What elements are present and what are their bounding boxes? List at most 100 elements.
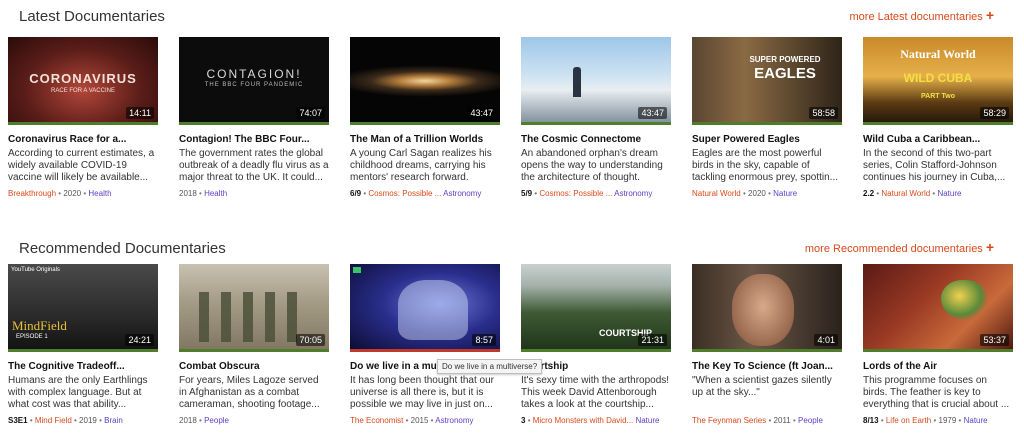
series-link[interactable]: Breakthrough [8, 189, 56, 198]
category-link[interactable]: People [204, 416, 229, 425]
video-card[interactable]: 53:37 Lords of the Air This programme fo… [863, 264, 1013, 425]
video-thumbnail[interactable]: 8:57 [350, 264, 500, 352]
video-title[interactable]: Coronavirus Race for a... [8, 134, 158, 145]
series-link[interactable]: Mind Field [35, 416, 72, 425]
thumbnail-subtitle-text: EAGLES [754, 65, 816, 82]
more-latest-link[interactable]: more Latest documentaries + [850, 8, 994, 23]
category-link[interactable]: Health [204, 189, 227, 198]
video-title[interactable]: Wild Cuba a Caribbean... [863, 134, 1013, 145]
video-title[interactable]: Contagion! The BBC Four... [179, 134, 329, 145]
category-link[interactable]: Astronomy [614, 189, 652, 198]
thumbnail-bar [179, 122, 329, 125]
thumbnail-subtitle-text: RACE FOR A VACCINE [51, 88, 115, 94]
video-card[interactable]: 43:47 The Man of a Trillion Worlds A you… [350, 37, 500, 198]
video-card[interactable]: 8:57 Do we live in a multiverse? It has … [350, 264, 500, 425]
video-title[interactable]: Lords of the Air [863, 361, 1013, 372]
video-card[interactable]: SUPER POWERED EAGLES 58:58 Super Powered… [692, 37, 842, 198]
separator: • [199, 416, 202, 425]
video-card[interactable]: Natural World WILD CUBA PART Two 58:29 W… [863, 37, 1013, 198]
video-title[interactable]: The Cosmic Connectome [521, 134, 671, 145]
series-link[interactable]: Natural World [692, 189, 741, 198]
video-thumbnail[interactable]: SUPER POWERED EAGLES 58:58 [692, 37, 842, 125]
video-thumbnail[interactable]: 43:47 [521, 37, 671, 125]
category-link[interactable]: Nature [937, 189, 961, 198]
thumbnail-subtitle-text: WILD CUBA [903, 71, 973, 85]
thumbnail-title-text: CONTAGION! [206, 67, 302, 81]
video-year: 2011 [773, 416, 791, 425]
category-link[interactable]: Astronomy [443, 189, 481, 198]
category-link[interactable]: People [798, 416, 823, 425]
video-year: 1979 [938, 416, 957, 425]
video-thumbnail[interactable]: 70:05 [179, 264, 329, 352]
series-link[interactable]: Life on Earth [886, 416, 931, 425]
separator: • [534, 189, 538, 198]
episode-number: 3 [521, 416, 526, 425]
episode-number: 6/9 [350, 189, 362, 198]
video-card[interactable]: CONTAGION! THE BBC FOUR PANDEMIC 74:07 C… [179, 37, 329, 198]
category-link[interactable]: Astronomy [435, 416, 473, 425]
video-thumbnail[interactable]: 4:01 [692, 264, 842, 352]
video-duration: 58:29 [980, 107, 1009, 119]
video-thumbnail[interactable]: YouTube Originals MindField EPISODE 1 24… [8, 264, 158, 352]
video-thumbnail[interactable]: CORONAVIRUS RACE FOR A VACCINE 14:11 [8, 37, 158, 125]
video-meta: The Economist • 2015 • Astronomy [350, 416, 500, 425]
video-description: Eagles are the most powerful birds in th… [692, 148, 838, 183]
category-link[interactable]: Nature [964, 416, 988, 425]
video-card[interactable]: 43:47 The Cosmic Connectome An abandoned… [521, 37, 671, 198]
video-title[interactable]: The Man of a Trillion Worlds [350, 134, 500, 145]
separator: • [933, 416, 937, 425]
series-link[interactable]: The Feynman Series [692, 416, 766, 425]
thumbnail-bar [8, 349, 158, 352]
series-link[interactable]: The Economist [350, 416, 403, 425]
video-title[interactable]: The Key To Science (ft Joan... [692, 361, 842, 372]
video-meta: 8/13 • Life on Earth • 1979 • Nature [863, 416, 1013, 425]
video-meta: 2018 • Health [179, 189, 329, 198]
video-meta: 2.2 • Natural World • Nature [863, 189, 1013, 198]
thumbnail-figures [199, 292, 299, 342]
more-recommended-link[interactable]: more Recommended documentaries + [805, 240, 994, 255]
category-link[interactable]: Nature [635, 416, 659, 425]
video-description: "When a scientist gazes silently up at t… [692, 375, 832, 398]
separator: • [99, 416, 102, 425]
thumbnail-channel-label: YouTube Originals [11, 267, 60, 273]
recommended-cards: YouTube Originals MindField EPISODE 1 24… [8, 264, 1024, 434]
thumbnail-bar [350, 122, 500, 125]
video-title[interactable]: Courtship [521, 361, 671, 372]
video-meta: Natural World • 2020 • Nature [692, 189, 842, 198]
video-card[interactable]: COURTSHIP 21:31 Courtship It's sexy time… [521, 264, 671, 425]
video-title[interactable]: Super Powered Eagles [692, 134, 842, 145]
category-link[interactable]: Brain [104, 416, 123, 425]
category-link[interactable]: Nature [773, 189, 797, 198]
video-thumbnail[interactable]: 53:37 [863, 264, 1013, 352]
series-link[interactable]: Cosmos: Possible ... [539, 189, 612, 198]
video-title[interactable]: The Cognitive Tradeoff... [8, 361, 158, 372]
video-card[interactable]: YouTube Originals MindField EPISODE 1 24… [8, 264, 158, 425]
video-thumbnail[interactable]: 43:47 [350, 37, 500, 125]
thumbnail-bar [8, 122, 158, 125]
separator: • [83, 189, 87, 198]
thumbnail-part-text: PART Two [921, 93, 955, 100]
video-year: 2019 [79, 416, 97, 425]
separator: • [958, 416, 962, 425]
separator: • [876, 189, 880, 198]
video-thumbnail[interactable]: CONTAGION! THE BBC FOUR PANDEMIC 74:07 [179, 37, 329, 125]
series-link[interactable]: Cosmos: Possible ... [368, 189, 441, 198]
video-card[interactable]: CORONAVIRUS RACE FOR A VACCINE 14:11 Cor… [8, 37, 158, 198]
video-title[interactable]: Combat Obscura [179, 361, 329, 372]
latest-section-header: Latest Documentaries more Latest documen… [8, 8, 994, 30]
video-description: According to current estimates, a widely… [8, 148, 155, 183]
video-description: It's sexy time with the arthropods! This… [521, 375, 670, 410]
series-link[interactable]: Micro Monsters with David... [533, 416, 633, 425]
video-year: 2015 [410, 416, 429, 425]
series-link[interactable]: Natural World [881, 189, 930, 198]
video-description: A young Carl Sagan realizes his childhoo… [350, 148, 492, 183]
separator: • [932, 189, 936, 198]
video-description: The government rates the global outbreak… [179, 148, 329, 183]
video-thumbnail[interactable]: COURTSHIP 21:31 [521, 264, 671, 352]
video-card[interactable]: 70:05 Combat Obscura For years, Miles La… [179, 264, 329, 425]
separator: • [527, 416, 531, 425]
category-link[interactable]: Health [88, 189, 111, 198]
video-thumbnail[interactable]: Natural World WILD CUBA PART Two 58:29 [863, 37, 1013, 125]
latest-section-title: Latest Documentaries [19, 8, 165, 25]
video-card[interactable]: 4:01 The Key To Science (ft Joan... "Whe… [692, 264, 842, 425]
